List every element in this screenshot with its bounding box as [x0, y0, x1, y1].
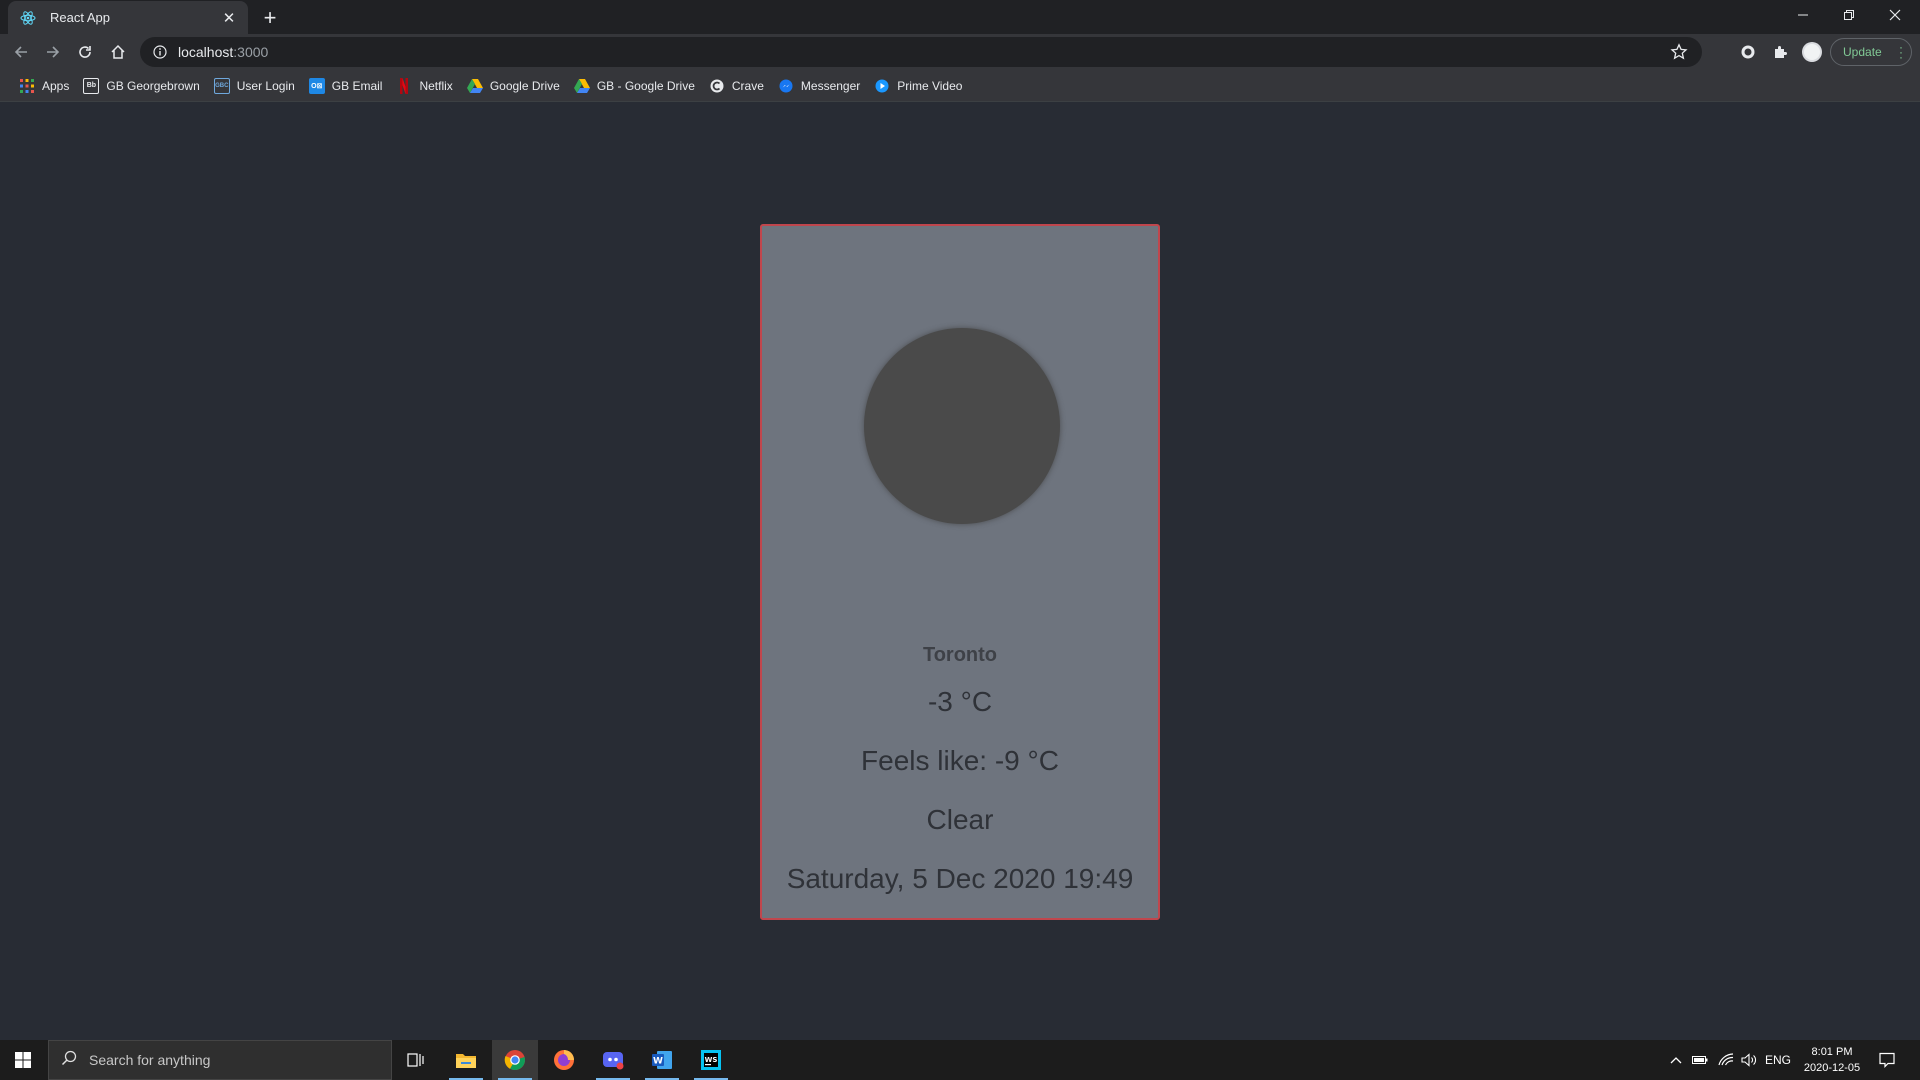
tab-title: React App: [50, 10, 110, 25]
battery-icon[interactable]: [1688, 1040, 1712, 1080]
gb-bookmark-icon: Bb: [83, 77, 100, 94]
bookmark-gb-email[interactable]: O⊠ GB Email: [302, 73, 390, 99]
bookmark-prime-video[interactable]: Prime Video: [867, 73, 969, 99]
crave-icon: [709, 78, 725, 94]
url-host: localhost: [178, 44, 234, 60]
site-info-icon[interactable]: [152, 44, 168, 60]
taskbar: Search for anything W WS ENG 8:01 PM 202…: [0, 1040, 1920, 1080]
bookmark-apps[interactable]: Apps: [12, 73, 76, 99]
extension-circle-icon[interactable]: [1737, 41, 1759, 63]
taskbar-search-box[interactable]: Search for anything: [48, 1040, 392, 1080]
bookmark-label: Google Drive: [489, 78, 560, 93]
volume-icon[interactable]: [1738, 1040, 1760, 1080]
svg-text:W: W: [653, 1057, 663, 1067]
svg-text:WS: WS: [705, 1056, 718, 1064]
messenger-icon: [778, 78, 794, 94]
close-window-icon[interactable]: [1872, 0, 1918, 30]
extensions-puzzle-icon[interactable]: [1769, 41, 1791, 63]
firefox-icon[interactable]: [541, 1040, 587, 1080]
bookmark-label: Netflix: [419, 78, 453, 93]
minimize-icon[interactable]: [1780, 0, 1826, 30]
browser-tab[interactable]: React App ✕: [8, 1, 248, 34]
chrome-taskbar-icon[interactable]: [492, 1040, 538, 1080]
weather-icon-placeholder: [864, 328, 1060, 524]
gbc-bookmark-icon: GBC: [213, 77, 230, 94]
more-vertical-icon[interactable]: · · ·: [1899, 41, 1903, 63]
browser-toolbar: localhost:3000 Update · · ·: [0, 34, 1920, 70]
netflix-icon: [396, 77, 412, 94]
bookmark-user-login[interactable]: GBC User Login: [207, 73, 302, 99]
wifi-icon[interactable]: [1714, 1040, 1738, 1080]
task-view-icon[interactable]: [393, 1040, 439, 1080]
bookmark-label: Prime Video: [897, 78, 963, 93]
clock-date: 2020-12-05: [1803, 1062, 1861, 1074]
google-drive-icon: [573, 78, 590, 94]
url-port: :3000: [233, 44, 269, 60]
bookmark-google-drive[interactable]: Google Drive: [460, 73, 567, 99]
search-icon: [61, 1050, 77, 1071]
clock-time: 8:01 PM: [1811, 1046, 1853, 1058]
outlook-icon: O⊠: [308, 77, 325, 94]
windows-start-icon[interactable]: [0, 1040, 46, 1080]
apps-grid-icon: [19, 78, 35, 94]
temperature: -3 °C: [927, 686, 993, 717]
new-tab-button[interactable]: +: [256, 4, 284, 32]
bookmark-gb-georgebrown[interactable]: Bb GB Georgebrown: [76, 73, 206, 99]
bookmark-crave[interactable]: Crave: [702, 73, 771, 99]
file-explorer-icon[interactable]: [443, 1040, 489, 1080]
weather-card: Toronto -3 °C Feels like: -9 °C Clear Sa…: [760, 224, 1160, 920]
bookmark-messenger[interactable]: Messenger: [771, 73, 867, 99]
update-button[interactable]: Update · · ·: [1830, 38, 1912, 66]
bookmark-gb-google-drive[interactable]: GB - Google Drive: [567, 73, 702, 99]
weather-condition: Clear: [926, 804, 994, 835]
prime-video-icon: [874, 78, 890, 94]
discord-icon[interactable]: [590, 1040, 636, 1080]
address-bar[interactable]: localhost:3000: [140, 37, 1702, 67]
bookmarks-bar: Apps Bb GB Georgebrown GBC User Login O⊠…: [0, 70, 1920, 102]
reload-icon[interactable]: [70, 37, 100, 67]
forward-arrow-icon[interactable]: [38, 37, 68, 67]
bookmark-netflix[interactable]: Netflix: [389, 73, 459, 99]
system-clock[interactable]: 8:01 PM 2020-12-05: [1798, 1040, 1866, 1080]
bookmark-label: GB - Google Drive: [596, 78, 695, 93]
bookmark-label: GB Georgebrown: [106, 78, 200, 93]
bookmark-label: User Login: [236, 78, 295, 93]
webstorm-icon[interactable]: WS: [688, 1040, 734, 1080]
weather-date: Saturday, 5 Dec 2020 19:49: [786, 863, 1134, 894]
bookmark-label: GB Email: [331, 78, 383, 93]
chevron-up-icon[interactable]: [1666, 1040, 1686, 1080]
back-arrow-icon[interactable]: [6, 37, 36, 67]
google-drive-icon: [466, 78, 483, 94]
profile-avatar-icon[interactable]: [1801, 41, 1823, 63]
bookmark-star-icon[interactable]: [1670, 43, 1688, 61]
notification-center-icon[interactable]: [1872, 1040, 1902, 1080]
feels-like: Feels like: -9 °C: [861, 745, 1059, 776]
browser-tab-bar: React App ✕ +: [0, 0, 1920, 34]
close-tab-icon[interactable]: ✕: [220, 9, 238, 27]
bookmark-label: Messenger: [800, 78, 861, 93]
restore-icon[interactable]: [1826, 0, 1872, 30]
city-name: Toronto: [922, 644, 998, 666]
bookmark-label: Apps: [42, 78, 70, 93]
search-placeholder: Search for anything: [89, 1052, 211, 1068]
input-language[interactable]: ENG: [1762, 1040, 1794, 1080]
update-label: Update: [1843, 45, 1882, 59]
react-logo-icon: [20, 10, 36, 26]
bookmark-label: Crave: [731, 78, 764, 93]
home-icon[interactable]: [103, 37, 133, 67]
word-icon[interactable]: W: [639, 1040, 685, 1080]
